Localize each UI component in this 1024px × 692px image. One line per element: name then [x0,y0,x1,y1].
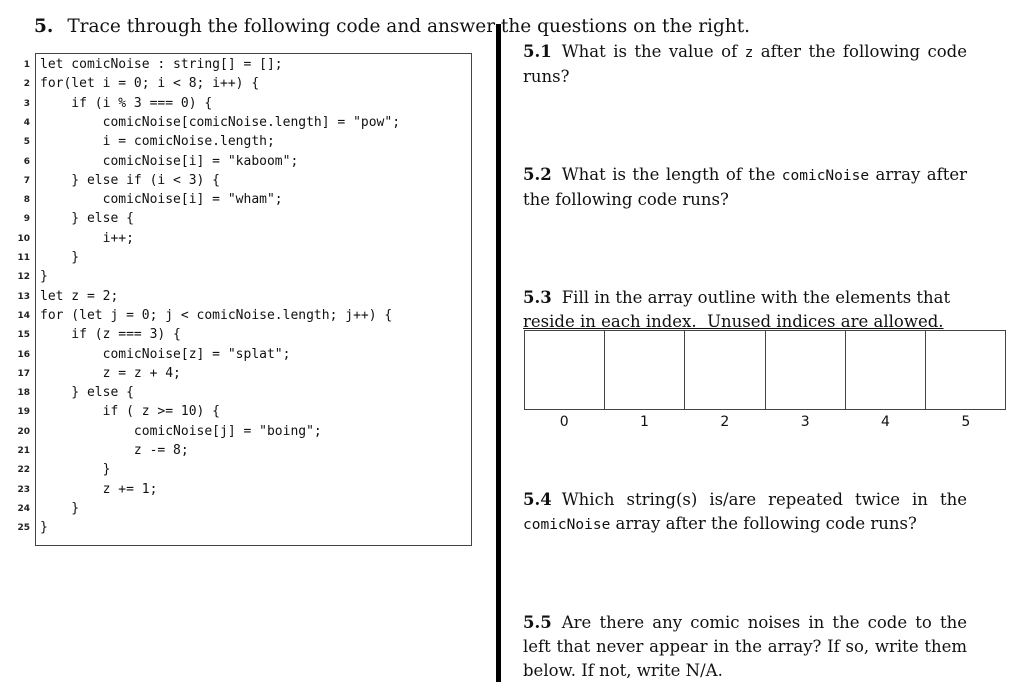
question-number: 5.2 [523,165,552,184]
line-number: 11 [17,253,30,263]
array-outline [524,330,1006,410]
inline-code: comicNoise [781,168,870,184]
array-index: 5 [961,414,971,430]
line-number: 25 [17,523,30,534]
line-number: 5 [23,137,30,148]
code-line: i++; [40,230,134,246]
line-number: 21 [17,446,30,456]
line-number: 20 [17,426,30,437]
array-cell[interactable] [685,331,766,409]
question-number: 5.5 [523,613,552,632]
question-5-3: 5.3 Fill in the array outline with the el… [523,286,967,334]
code-line: } else { [40,211,134,227]
question-5-4: 5.4 Which string(s) is/are repeated twice… [523,488,967,537]
array-index-labels: 0 1 2 3 4 5 [524,414,1006,430]
question-text: Are there any comic noises in the code t… [523,613,967,680]
line-number: 3 [23,98,30,109]
array-cell[interactable] [766,331,846,409]
line-number: 16 [17,349,30,360]
line-number: 22 [17,465,30,476]
line-number: 6 [23,156,30,167]
code-line: i = comicNoise.length; [40,134,275,150]
code-line: comicNoise[z] = "splat"; [40,346,291,362]
line-number: 12 [17,272,30,283]
code-line: } [40,269,48,285]
code-line: z -= 8; [40,443,189,458]
column-divider [496,24,501,682]
question-number: 5.1 [523,42,552,61]
code-line: } [40,500,80,516]
question-5-5: 5.5 Are there any comic noises in the cod… [523,611,967,683]
question-text: What is the length of the [561,165,782,184]
code-line: for (let j = 0; j < comicNoise.length; j… [40,307,393,323]
array-index: 1 [640,414,649,430]
line-number: 17 [17,368,30,379]
array-cell[interactable] [525,331,606,409]
line-number: 8 [23,195,30,206]
question-5-2: 5.2 What is the length of the comicNoise … [523,163,967,212]
line-number: 1 [23,60,30,70]
code-line: if (i % 3 === 0) { [40,95,213,111]
question-text: array after the following code runs? [610,514,917,533]
array-cell[interactable] [605,331,686,409]
code-line: z = z + 4; [40,365,181,381]
problem-instructions: Trace through the following code and ans… [67,16,751,37]
question-text: Fill in the array outline with the eleme… [561,288,951,307]
problem-heading: 5. Trace through the following code and a… [34,16,750,37]
line-number: 14 [17,310,30,321]
code-line: for(let i = 0; i < 8; i++) { [40,76,260,92]
array-index: 4 [881,414,890,430]
code-line: comicNoise[j] = "boing"; [40,423,322,439]
question-number: 5.3 [523,288,552,307]
question-number: 5.4 [523,490,552,509]
question-text: What is the value of [561,42,745,61]
code-line: comicNoise[comicNoise.length] = "pow"; [40,114,401,130]
code-line: let z = 2; [40,288,119,304]
code-line: comicNoise[i] = "wham"; [40,192,283,208]
code-line: if ( z >= 10) { [40,404,221,420]
line-number: 24 [17,503,30,514]
line-number: 23 [17,484,30,495]
line-number: 13 [17,291,30,302]
array-index: 2 [720,414,730,430]
code-line: } [40,250,80,265]
code-line: } [40,520,48,536]
line-number: 19 [17,407,30,418]
problem-number: 5. [34,16,54,37]
line-number: 10 [17,233,30,244]
line-number: 2 [23,79,30,90]
line-number: 9 [23,214,30,225]
code-line: let comicNoise : string[] = []; [40,57,283,72]
question-text: Which string(s) is/are repeated twice in… [561,490,967,509]
code-line: comicNoise[i] = "kaboom"; [40,153,299,169]
array-index: 0 [559,414,569,430]
question-5-1: 5.1 What is the value of z after the foll… [523,40,967,89]
inline-code: comicNoise [523,517,611,533]
line-number: 18 [17,388,30,399]
line-number: 4 [23,117,30,128]
array-cell[interactable] [926,331,1005,409]
code-line: z += 1; [40,481,158,497]
line-number: 7 [23,175,30,186]
line-number: 15 [17,330,30,341]
code-line: } else { [40,385,134,401]
array-cell[interactable] [846,331,926,409]
array-index: 3 [800,414,810,430]
code-line: if (z === 3) { [40,327,181,343]
code-line: } else if (i < 3) { [40,172,221,188]
code-line: } [40,462,111,478]
